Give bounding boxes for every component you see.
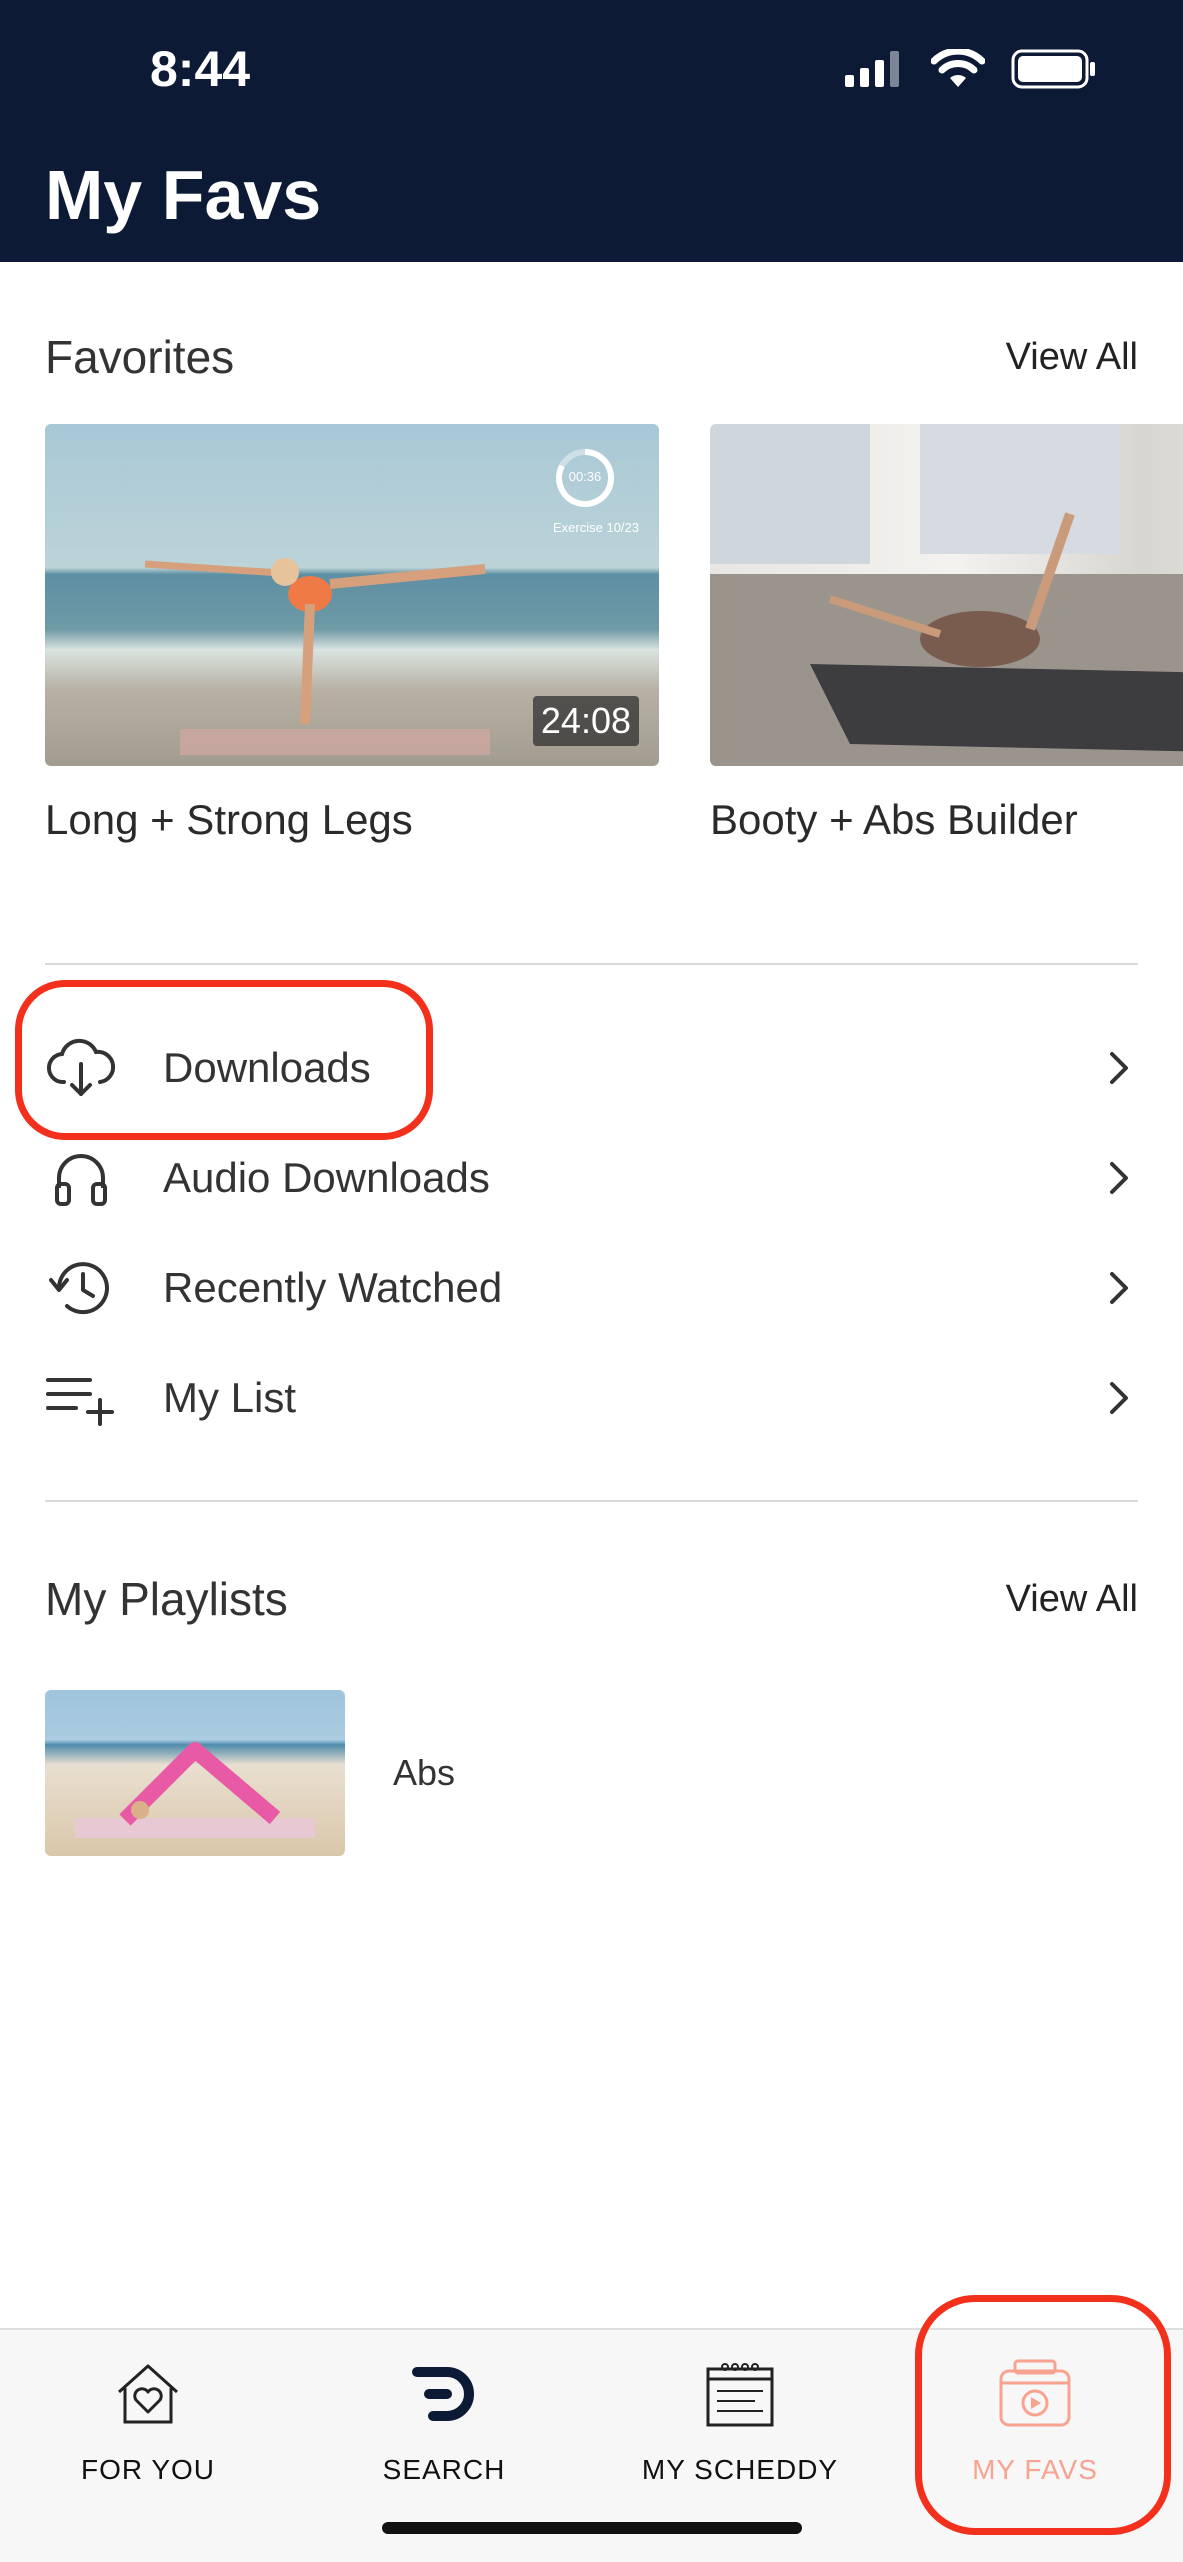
- chevron-right-icon: [1110, 1052, 1128, 1084]
- list-add-icon: [45, 1362, 117, 1434]
- menu-item-my-list[interactable]: My List: [45, 1348, 1138, 1448]
- favorites-title: Favorites: [45, 331, 235, 383]
- section-divider: [45, 963, 1138, 965]
- playlists-view-all-button[interactable]: View All: [1006, 1578, 1138, 1621]
- favorite-card-2[interactable]: Booty + Abs Builder: [710, 424, 1183, 844]
- menu-label-recently-watched: Recently Watched: [163, 1264, 503, 1311]
- home-indicator: [382, 2522, 802, 2534]
- tab-search[interactable]: SEARCH: [296, 2354, 592, 2524]
- playlist-thumbnail[interactable]: [45, 1690, 345, 1856]
- tab-label-for-you: FOR YOU: [80, 2454, 216, 2485]
- chevron-right-icon: [1110, 1382, 1128, 1414]
- tab-my-scheddy[interactable]: MY SCHEDDY: [592, 2354, 888, 2524]
- duration-badge: 24:08: [532, 696, 639, 746]
- headphones-icon: [45, 1142, 117, 1214]
- favorites-carousel[interactable]: 00:36 Exercise 10/23 24:08 Long + Strong…: [45, 424, 1183, 844]
- menu-label-my-list: My List: [163, 1374, 297, 1421]
- calendar-icon: [700, 2354, 780, 2434]
- cellular-signal-icon: [845, 51, 899, 87]
- tab-for-you[interactable]: FOR YOU: [0, 2354, 296, 2524]
- menu-item-recently-watched[interactable]: Recently Watched: [45, 1238, 1138, 1338]
- favorite-thumbnail-2[interactable]: [710, 424, 1183, 766]
- favorites-view-all-button[interactable]: View All: [1006, 336, 1138, 379]
- status-icons: [845, 44, 1097, 94]
- tab-label-search: SEARCH: [382, 2454, 506, 2485]
- search-logo-icon: [404, 2354, 484, 2434]
- section-divider: [45, 1500, 1138, 1502]
- playlists-title: My Playlists: [45, 1573, 288, 1625]
- playlist-title: Abs: [393, 1752, 456, 1793]
- tab-label-my-scheddy: MY SCHEDDY: [641, 2454, 839, 2485]
- battery-icon: [1011, 49, 1095, 89]
- favorites-header: Favorites View All: [45, 330, 1138, 384]
- menu-label-audio-downloads: Audio Downloads: [163, 1154, 490, 1201]
- wifi-icon: [931, 49, 985, 87]
- chevron-right-icon: [1110, 1162, 1128, 1194]
- status-time: 8:44: [150, 41, 251, 97]
- highlight-ring-downloads: [15, 980, 433, 1140]
- exercise-counter: Exercise 10/23: [553, 520, 639, 535]
- page-title: My Favs: [45, 156, 322, 234]
- menu-item-audio-downloads[interactable]: Audio Downloads: [45, 1128, 1138, 1228]
- timer-text: 00:36: [568, 469, 602, 484]
- favorite-card-1[interactable]: 00:36 Exercise 10/23 24:08 Long + Strong…: [45, 424, 659, 844]
- home-heart-icon: [108, 2354, 188, 2434]
- history-icon: [45, 1252, 117, 1324]
- playlist-figure-illustration: [75, 1742, 315, 1838]
- favorite-title-1[interactable]: Long + Strong Legs: [45, 796, 659, 844]
- app-header: 8:44 My Favs: [0, 0, 1183, 262]
- loft-scene-illustration: [710, 424, 1183, 766]
- playlist-item[interactable]: Abs: [45, 1690, 455, 1856]
- favorite-title-2[interactable]: Booty + Abs Builder: [710, 796, 1183, 844]
- favorite-thumbnail-1[interactable]: 00:36 Exercise 10/23 24:08: [45, 424, 659, 766]
- playlists-header: My Playlists View All: [45, 1572, 1138, 1626]
- chevron-right-icon: [1110, 1272, 1128, 1304]
- highlight-ring-my-favs: [915, 2295, 1171, 2535]
